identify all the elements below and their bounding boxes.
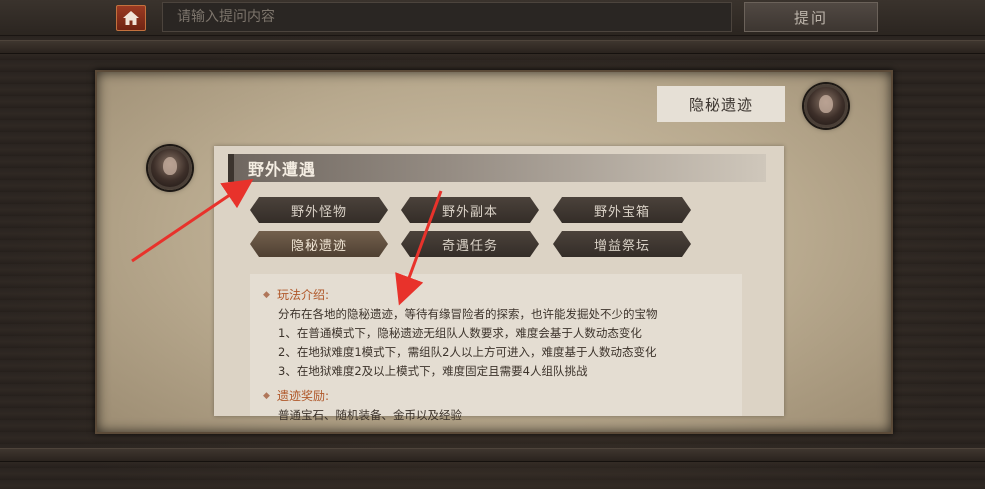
frame-rail-top	[0, 40, 985, 54]
tab-buff-altars[interactable]: 增益祭坛	[553, 231, 691, 257]
intro-line: 1、在普通模式下，隐秘遗迹无组队人数要求，难度会基于人数动态变化	[278, 326, 642, 340]
diamond-bullet-icon: ◆	[263, 391, 270, 401]
home-button[interactable]	[116, 5, 146, 31]
section-title: 野外遭遇	[228, 154, 766, 182]
npc-name-label: 隐秘遗迹	[657, 86, 785, 122]
intro-title: 玩法介绍:	[277, 288, 330, 302]
reward-title: 遗迹奖励:	[277, 389, 330, 403]
intro-heading: ◆ 玩法介绍:	[263, 286, 742, 305]
guide-portrait-icon	[148, 146, 192, 190]
description-box: ◆ 玩法介绍: 分布在各地的隐秘遗迹，等待有缘冒险者的探索，也许能发掘处不少的宝…	[250, 274, 742, 422]
intro-line: 分布在各地的隐秘遗迹，等待有缘冒险者的探索，也许能发掘处不少的宝物	[278, 307, 658, 321]
question-input[interactable]	[162, 2, 732, 32]
tab-field-chests[interactable]: 野外宝箱	[553, 197, 691, 223]
intro-line: 2、在地狱难度1模式下，需组队2人以上方可进入，难度基于人数动态变化	[278, 345, 657, 359]
home-icon	[123, 11, 139, 25]
tab-hidden-ruins[interactable]: 隐秘遗迹	[250, 231, 388, 257]
npc-portrait-icon	[804, 84, 848, 128]
tab-encounter-quests[interactable]: 奇遇任务	[401, 231, 539, 257]
top-bar: 提问	[0, 0, 985, 36]
tab-field-dungeons[interactable]: 野外副本	[401, 197, 539, 223]
ask-button[interactable]: 提问	[744, 2, 878, 32]
tab-field-monsters[interactable]: 野外怪物	[250, 197, 388, 223]
intro-line: 3、在地狱难度2及以上模式下，难度固定且需要4人组队挑战	[278, 364, 588, 378]
frame-rail-bottom	[0, 448, 985, 462]
reward-line: 普通宝石、随机装备、金币以及经验	[278, 408, 462, 422]
reward-heading: ◆ 遗迹奖励:	[263, 387, 742, 406]
diamond-bullet-icon: ◆	[263, 290, 270, 300]
